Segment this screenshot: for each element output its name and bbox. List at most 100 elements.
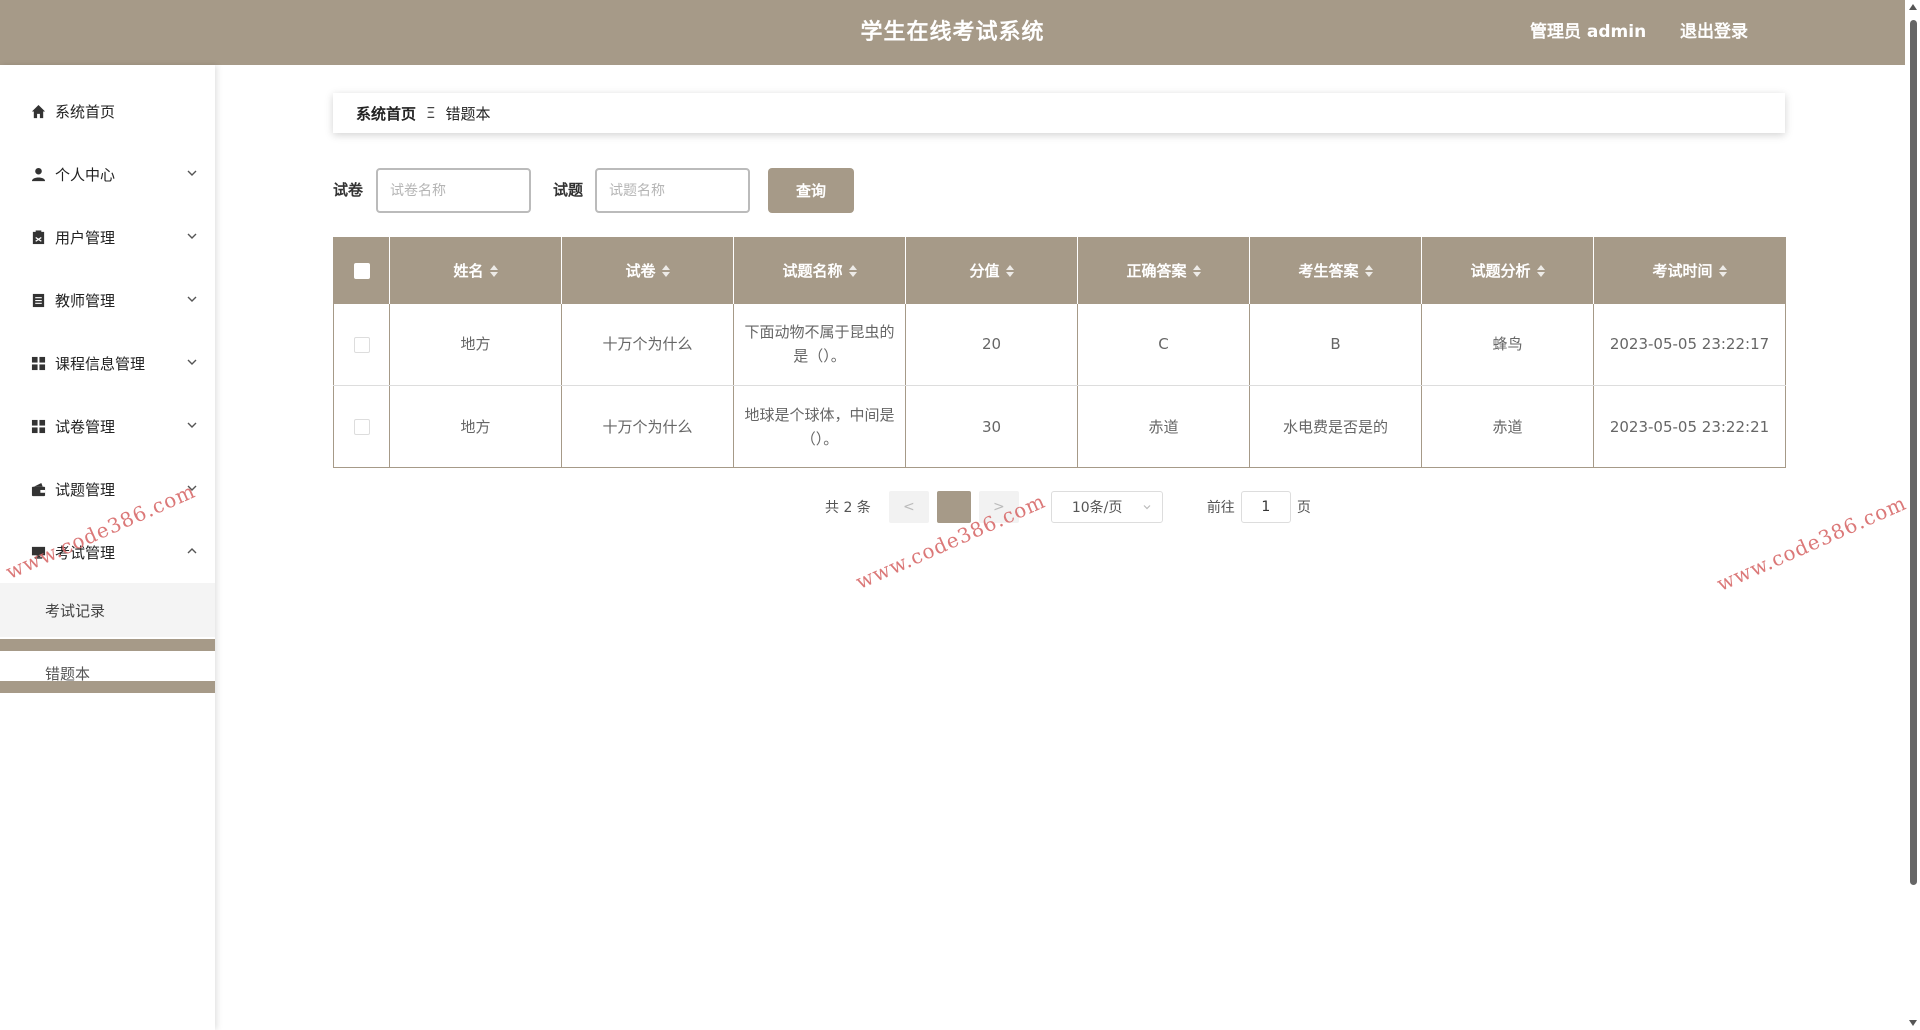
grid-icon xyxy=(30,355,46,371)
chevron-down-icon xyxy=(187,485,197,491)
table-row[interactable]: 地方 十万个为什么 下面动物不属于昆虫的是（）。 20 C B 蜂鸟 2023-… xyxy=(333,303,1786,386)
cell-correct-answer: C xyxy=(1077,303,1250,386)
chevron-down-icon xyxy=(1143,505,1151,510)
page-size-select[interactable]: 10条/页 xyxy=(1050,491,1163,523)
cell-paper: 十万个为什么 xyxy=(561,303,734,386)
pagination: 共 2 条 < 1 > 10条/页 前往 页 xyxy=(825,490,1311,524)
row-select-cell[interactable] xyxy=(333,303,390,386)
sidebar-item-paper-management[interactable]: 试卷管理 xyxy=(0,406,215,446)
query-button[interactable]: 查询 xyxy=(768,168,854,213)
wallet-icon xyxy=(30,481,46,497)
cell-student-answer: 水电费是否是的 xyxy=(1249,385,1422,468)
sort-icon[interactable] xyxy=(1536,263,1545,281)
chevron-down-icon xyxy=(187,422,197,428)
breadcrumb-separator: Ξ xyxy=(426,104,436,122)
paper-name-input[interactable] xyxy=(376,168,531,213)
select-all-checkbox[interactable] xyxy=(353,263,370,280)
prev-page-button[interactable]: < xyxy=(888,491,929,523)
sidebar-item-label: 教师管理 xyxy=(55,291,116,310)
column-header-question[interactable]: 试题名称 xyxy=(733,237,906,304)
sidebar-item-home[interactable]: 系统首页 xyxy=(0,91,215,131)
chevron-down-icon xyxy=(187,359,197,365)
sidebar-item-label: 试题管理 xyxy=(55,480,116,499)
question-label: 试题 xyxy=(553,181,584,199)
chevron-up-icon xyxy=(187,548,197,554)
page-scrollbar[interactable] xyxy=(1905,0,1920,1030)
sidebar-item-label: 个人中心 xyxy=(55,165,116,184)
cell-question: 地球是个球体，中间是（）。 xyxy=(733,385,906,468)
user-icon xyxy=(30,166,46,182)
question-name-input[interactable] xyxy=(595,168,750,213)
sidebar-item-exam-management[interactable]: 考试管理 xyxy=(0,532,215,572)
cell-score: 30 xyxy=(905,385,1078,468)
next-page-button[interactable]: > xyxy=(978,491,1019,523)
sidebar-item-label: 试卷管理 xyxy=(55,417,116,436)
row-checkbox[interactable] xyxy=(353,419,370,435)
cell-exam-time: 2023-05-05 23:22:21 xyxy=(1609,417,1770,436)
table-row[interactable]: 地方 十万个为什么 地球是个球体，中间是（）。 30 赤道 水电费是否是的 赤道… xyxy=(333,385,1786,468)
sort-icon[interactable] xyxy=(1718,263,1727,281)
select-all-cell[interactable] xyxy=(333,237,390,304)
sidebar-item-question-management[interactable]: 试题管理 xyxy=(0,469,215,509)
sidebar-subitem-label: 考试记录 xyxy=(45,601,106,620)
cell-exam-time: 2023-05-05 23:22:17 xyxy=(1593,303,1786,386)
sidebar-item-course-management[interactable]: 课程信息管理 xyxy=(0,343,215,383)
chevron-down-icon xyxy=(187,170,197,176)
sort-icon[interactable] xyxy=(1192,263,1201,281)
document-icon xyxy=(30,292,46,308)
sidebar-item-label: 系统首页 xyxy=(55,102,116,121)
cell-score: 20 xyxy=(905,303,1078,386)
sidebar-item-label: 用户管理 xyxy=(55,228,116,247)
sort-icon[interactable] xyxy=(661,263,670,281)
cell-paper: 十万个为什么 xyxy=(561,385,734,468)
cell-student-answer: B xyxy=(1249,303,1422,386)
breadcrumb-current: 错题本 xyxy=(445,104,491,123)
scroll-down-arrow-icon[interactable] xyxy=(1908,1018,1918,1028)
sidebar-item-user-management[interactable]: 用户管理 xyxy=(0,217,215,257)
column-header-paper[interactable]: 试卷 xyxy=(561,237,734,304)
cell-name: 地方 xyxy=(389,303,562,386)
cell-correct-answer: 赤道 xyxy=(1077,385,1250,468)
chevron-down-icon xyxy=(187,233,197,239)
sidebar-divider xyxy=(0,681,215,693)
main-content: 系统首页 Ξ 错题本 试卷 试题 查询 姓名 试卷 试题名称 分值 正确答案 考… xyxy=(215,65,1905,1030)
cell-analysis: 赤道 xyxy=(1421,385,1594,468)
sort-icon[interactable] xyxy=(489,263,498,281)
sort-icon[interactable] xyxy=(1005,263,1014,281)
sidebar-item-personal-center[interactable]: 个人中心 xyxy=(0,154,215,194)
column-header-name[interactable]: 姓名 xyxy=(389,237,562,304)
paper-label: 试卷 xyxy=(333,181,364,199)
column-header-analysis[interactable]: 试题分析 xyxy=(1421,237,1594,304)
monitor-icon xyxy=(30,544,46,560)
sidebar-item-label: 课程信息管理 xyxy=(55,354,146,373)
current-page-button[interactable]: 1 xyxy=(936,491,971,523)
wrong-questions-table: 姓名 试卷 试题名称 分值 正确答案 考生答案 试题分析 考试时间 地方 十万个… xyxy=(333,237,1786,468)
page-size-value: 10条/页 xyxy=(1071,500,1123,516)
scroll-up-arrow-icon[interactable] xyxy=(1908,2,1918,12)
cell-analysis: 蜂鸟 xyxy=(1421,303,1594,386)
goto-label: 前往 xyxy=(1206,500,1235,516)
column-header-score[interactable]: 分值 xyxy=(905,237,1078,304)
table-header-row: 姓名 试卷 试题名称 分值 正确答案 考生答案 试题分析 考试时间 xyxy=(333,237,1786,304)
logout-button[interactable]: 退出登录 xyxy=(1680,0,1748,65)
grid-icon xyxy=(30,418,46,434)
column-header-exam-time[interactable]: 考试时间 xyxy=(1593,237,1786,304)
cell-question: 下面动物不属于昆虫的是（）。 xyxy=(733,303,906,386)
sidebar-subitem-exam-records[interactable]: 考试记录 xyxy=(0,583,215,637)
sidebar: 系统首页 个人中心 用户管理 教师管理 课程信息管理 试卷管理 试题管理 考试管… xyxy=(0,65,215,1030)
top-header: 学生在线考试系统 管理员 admin 退出登录 xyxy=(0,0,1905,65)
row-checkbox[interactable] xyxy=(353,336,370,353)
breadcrumb-home[interactable]: 系统首页 xyxy=(356,103,416,124)
scrollbar-thumb[interactable] xyxy=(1910,20,1917,885)
sort-icon[interactable] xyxy=(848,263,857,281)
search-bar: 试卷 试题 查询 xyxy=(333,168,1785,213)
sidebar-divider xyxy=(0,639,215,651)
sidebar-item-teacher-management[interactable]: 教师管理 xyxy=(0,280,215,320)
cell-name: 地方 xyxy=(389,385,562,468)
goto-page-input[interactable] xyxy=(1240,491,1291,523)
admin-label: 管理员 admin xyxy=(1530,22,1647,42)
row-select-cell[interactable] xyxy=(333,385,390,468)
sort-icon[interactable] xyxy=(1364,263,1373,281)
column-header-correct-answer[interactable]: 正确答案 xyxy=(1077,237,1250,304)
column-header-student-answer[interactable]: 考生答案 xyxy=(1249,237,1422,304)
